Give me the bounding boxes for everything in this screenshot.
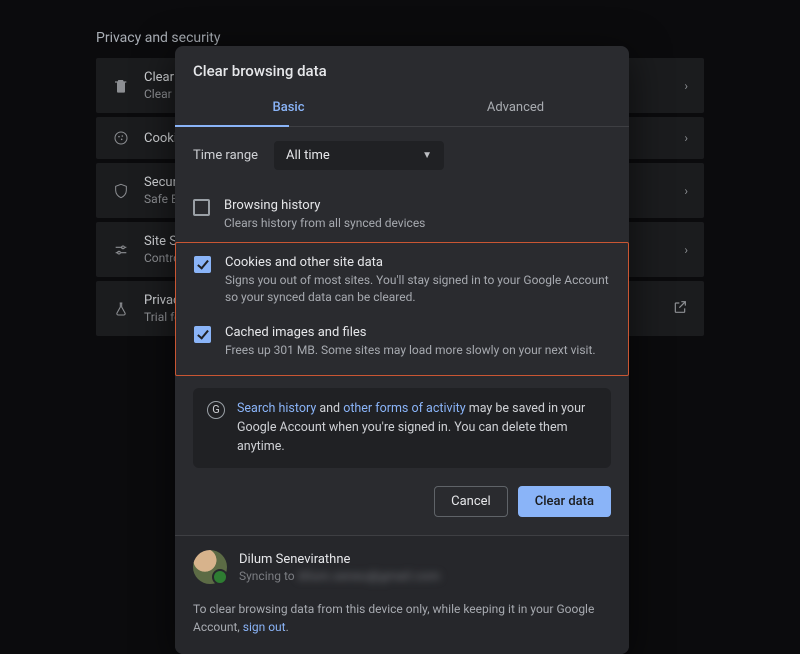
chevron-right-icon: › — [684, 184, 688, 198]
caret-down-icon: ▼ — [422, 150, 432, 161]
link-other-activity[interactable]: other forms of activity — [343, 401, 465, 416]
tab-basic[interactable]: Basic — [175, 90, 402, 126]
trash-icon — [112, 77, 130, 95]
info-text: and — [316, 401, 343, 416]
checkbox-cookies[interactable] — [194, 256, 211, 273]
checkbox-cache[interactable] — [194, 326, 211, 343]
sync-user-name: Dilum Senevirathne — [239, 552, 440, 567]
option-cache[interactable]: Cached images and files Frees up 301 MB.… — [194, 315, 610, 369]
sync-email-prefix: Syncing to — [239, 569, 298, 583]
cookie-icon — [112, 129, 130, 147]
open-external-icon — [672, 299, 688, 318]
link-sign-out[interactable]: sign out — [243, 620, 286, 634]
clear-browsing-data-dialog: Clear browsing data Basic Advanced Time … — [175, 46, 629, 654]
avatar — [193, 550, 227, 584]
sync-footer-text: To clear browsing data from this device … — [193, 600, 611, 636]
clear-data-button[interactable]: Clear data — [518, 486, 611, 517]
dialog-tabs: Basic Advanced — [175, 90, 629, 127]
sync-foot-post: . — [286, 620, 289, 634]
option-browsing-history[interactable]: Browsing history Clears history from all… — [193, 188, 611, 242]
dialog-title: Clear browsing data — [175, 46, 629, 90]
chevron-right-icon: › — [684, 79, 688, 93]
option-cookies[interactable]: Cookies and other site data Signs you ou… — [194, 245, 610, 316]
tab-advanced[interactable]: Advanced — [402, 90, 629, 126]
google-icon: G — [207, 401, 225, 419]
flask-icon — [112, 300, 130, 318]
section-title: Privacy and security — [96, 30, 704, 46]
chevron-right-icon: › — [684, 243, 688, 257]
option-title: Browsing history — [224, 198, 425, 213]
shield-icon — [112, 182, 130, 200]
sync-email-address: dilum.seneu@gmail.com — [298, 569, 441, 583]
sync-email: Syncing to dilum.seneu@gmail.com — [239, 569, 440, 583]
time-range-select[interactable]: All time ▼ — [274, 141, 444, 170]
chevron-right-icon: › — [684, 131, 688, 145]
cancel-button[interactable]: Cancel — [434, 486, 508, 517]
sliders-icon — [112, 241, 130, 259]
time-range-label: Time range — [193, 148, 258, 163]
google-account-info: G Search history and other forms of acti… — [193, 388, 611, 468]
link-search-history[interactable]: Search history — [237, 401, 316, 416]
option-desc: Signs you out of most sites. You'll stay… — [225, 272, 610, 306]
option-desc: Frees up 301 MB. Some sites may load mor… — [225, 342, 596, 359]
option-title: Cached images and files — [225, 325, 596, 340]
checkbox-browsing-history[interactable] — [193, 199, 210, 216]
option-title: Cookies and other site data — [225, 255, 610, 270]
highlight-box: Cookies and other site data Signs you ou… — [175, 242, 629, 376]
option-desc: Clears history from all synced devices — [224, 215, 425, 232]
sync-block: Dilum Senevirathne Syncing to dilum.sene… — [175, 535, 629, 654]
time-range-value: All time — [286, 148, 330, 163]
